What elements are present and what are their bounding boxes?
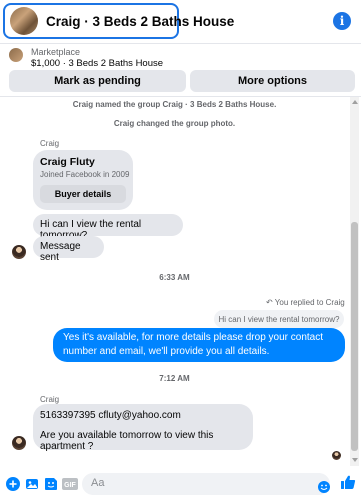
listing-description[interactable]: $1,000 · 3 Beds 2 Baths House <box>31 58 163 69</box>
sender-avatar[interactable] <box>12 436 26 450</box>
like-icon[interactable] <box>340 474 356 490</box>
system-message: Craig named the group Craig · 3 Beds 2 B… <box>72 100 277 109</box>
reply-arrow-icon: ↶ <box>266 298 273 307</box>
marketplace-bar: Marketplace $1,000 · 3 Beds 2 Baths Hous… <box>0 45 361 97</box>
conversation-title: Craig · 3 Beds 2 Baths House <box>46 13 235 29</box>
gif-icon[interactable]: GIF <box>62 476 78 492</box>
message-line: Are you available tomorrow to view this … <box>40 430 214 452</box>
conversation-title-button[interactable]: Craig · 3 Beds 2 Baths House <box>3 3 234 39</box>
sticker-icon[interactable] <box>43 476 59 492</box>
marketplace-label: Marketplace <box>31 47 81 57</box>
buyer-details-button[interactable]: Buyer details <box>40 185 126 203</box>
timestamp: 6:33 AM <box>159 273 190 282</box>
composer: GIF Aa <box>0 468 361 500</box>
listing-thumbnail[interactable] <box>9 48 23 62</box>
photo-icon[interactable] <box>24 476 40 492</box>
scroll-up-arrow-icon[interactable] <box>352 100 358 104</box>
more-options-button[interactable]: More options <box>190 70 355 92</box>
reply-note: ↶ You replied to Craig <box>266 298 345 307</box>
profile-card: Craig Fluty Joined Facebook in 2009 Buye… <box>33 150 133 210</box>
profile-joined: Joined Facebook in 2009 <box>40 170 130 179</box>
chat-header: Craig · 3 Beds 2 Baths House i <box>0 0 361 44</box>
outgoing-message-bubble[interactable]: Yes it's available, for more details ple… <box>53 328 345 362</box>
scroll-down-arrow-icon[interactable] <box>352 458 358 462</box>
message-bubble[interactable]: Hi can I view the rental tomorrow? <box>33 214 183 241</box>
sender-avatar[interactable] <box>12 245 26 259</box>
emoji-icon[interactable] <box>316 479 332 495</box>
timestamp: 7:12 AM <box>159 374 190 383</box>
scrollbar-thumb[interactable] <box>351 222 358 451</box>
reply-note-text: You replied to Craig <box>274 298 345 307</box>
group-avatar <box>10 7 38 35</box>
replied-message-quote[interactable]: Hi can I view the rental tomorrow? <box>214 310 344 328</box>
info-icon[interactable]: i <box>333 12 351 30</box>
message-list[interactable]: Craig named the group Craig · 3 Beds 2 B… <box>0 97 349 466</box>
message-input[interactable]: Aa <box>82 473 330 495</box>
seen-avatar <box>332 451 341 460</box>
sender-name: Craig <box>40 395 60 404</box>
plus-icon[interactable] <box>5 476 21 492</box>
message-bubble[interactable]: Message sent <box>33 236 104 263</box>
svg-text:GIF: GIF <box>64 482 76 489</box>
profile-name[interactable]: Craig Fluty <box>40 156 95 168</box>
sender-name: Craig <box>40 139 60 148</box>
message-bubble[interactable]: 5163397395 cfluty@yahoo.com Are you avai… <box>33 404 253 452</box>
mark-as-pending-button[interactable]: Mark as pending <box>9 70 186 92</box>
system-message: Craig changed the group photo. <box>113 119 236 128</box>
message-input-placeholder: Aa <box>91 477 105 489</box>
message-line: 5163397395 cfluty@yahoo.com <box>40 410 181 421</box>
